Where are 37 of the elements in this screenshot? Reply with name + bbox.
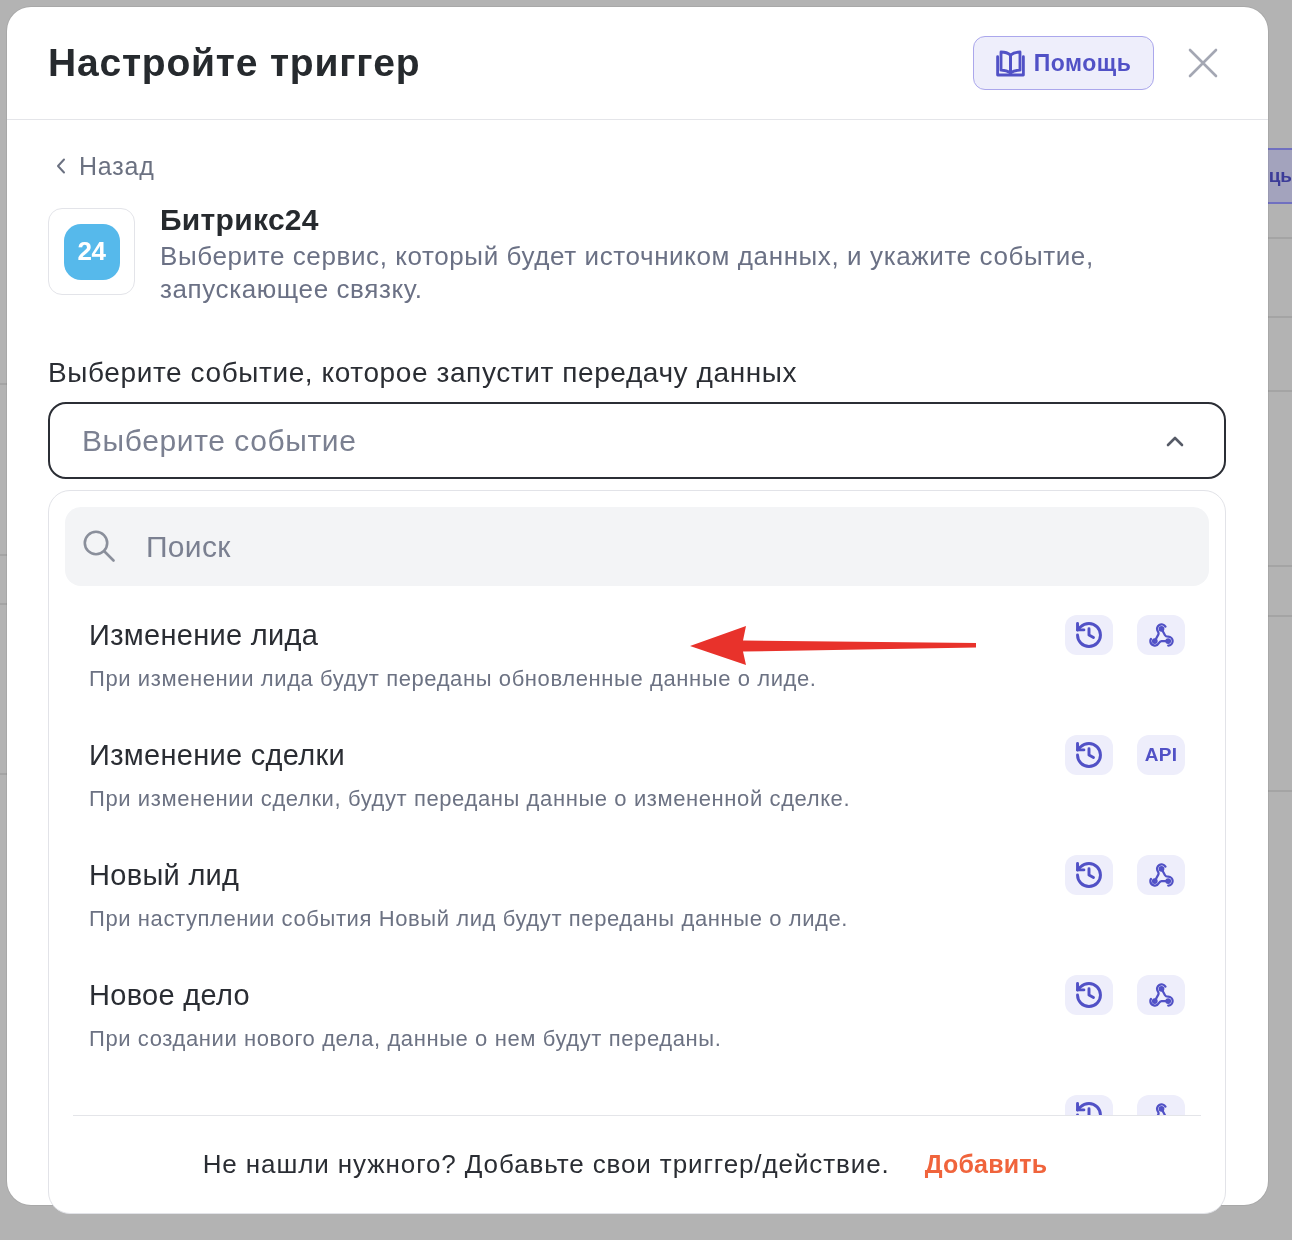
- event-title: Новое дело: [89, 978, 250, 1012]
- back-link[interactable]: Назад: [56, 150, 155, 182]
- history-icon: [1065, 735, 1113, 775]
- close-icon[interactable]: [1188, 48, 1218, 78]
- event-description: При изменении лида будут переданы обновленные данные о лиде.: [89, 665, 818, 693]
- service-description: Выберите сервис, который будет источником данных, и укажите событие, запускающее связку.: [160, 240, 1095, 306]
- event-title: Изменение лида: [89, 618, 319, 652]
- event-select-label: Выберите событие, которое запустит передачу данных: [48, 357, 799, 389]
- dialog-title: Настройте триггер: [48, 41, 421, 85]
- service-name: Битрикс24: [160, 204, 320, 236]
- webhook-icon: [1137, 615, 1185, 655]
- event-title: Новый лид: [89, 858, 240, 892]
- search-icon: [83, 530, 115, 562]
- event-title: Изменение сделки: [89, 738, 345, 772]
- add-link[interactable]: Добавить: [924, 1150, 1048, 1179]
- event-option[interactable]: Новый лид При наступлении события Новый лид будут переданы данные о лиде.: [65, 838, 1209, 958]
- book-icon: [995, 49, 1025, 77]
- service-logo: 24: [63, 223, 120, 280]
- event-option[interactable]: Изменение сделки API При изменении сделки, будут переданы данные о измененной сделке.: [65, 718, 1209, 838]
- history-icon: [1065, 975, 1113, 1015]
- webhook-icon: [1137, 855, 1185, 895]
- webhook-icon: [1137, 975, 1185, 1015]
- event-option[interactable]: Новое дело При создании нового дела, данные о нем будут переданы.: [65, 958, 1209, 1078]
- chevron-up-icon: [1166, 434, 1184, 447]
- chevron-left-icon: [56, 158, 66, 174]
- history-icon: [1065, 615, 1113, 655]
- footer-hint: Не нашли нужного? Добавьте свои триггер/действие.: [202, 1149, 890, 1180]
- event-description: При изменении сделки, будут переданы данные о измененной сделке.: [89, 785, 852, 813]
- background-button[interactable]: ць: [1268, 148, 1292, 204]
- help-button[interactable]: Помощь: [973, 36, 1154, 90]
- event-select[interactable]: Выберите событие: [48, 402, 1226, 479]
- event-description: При наступлении события Новый лид будут переданы данные о лиде.: [89, 905, 850, 933]
- event-description: При создании нового дела, данные о нем будут переданы.: [89, 1025, 723, 1053]
- event-option[interactable]: Изменение лида При изменении лида будут переданы обновленные данные о лиде.: [65, 598, 1209, 718]
- search-field[interactable]: Поиск: [65, 507, 1209, 586]
- history-icon: [1065, 855, 1113, 895]
- api-tag: API: [1137, 735, 1185, 775]
